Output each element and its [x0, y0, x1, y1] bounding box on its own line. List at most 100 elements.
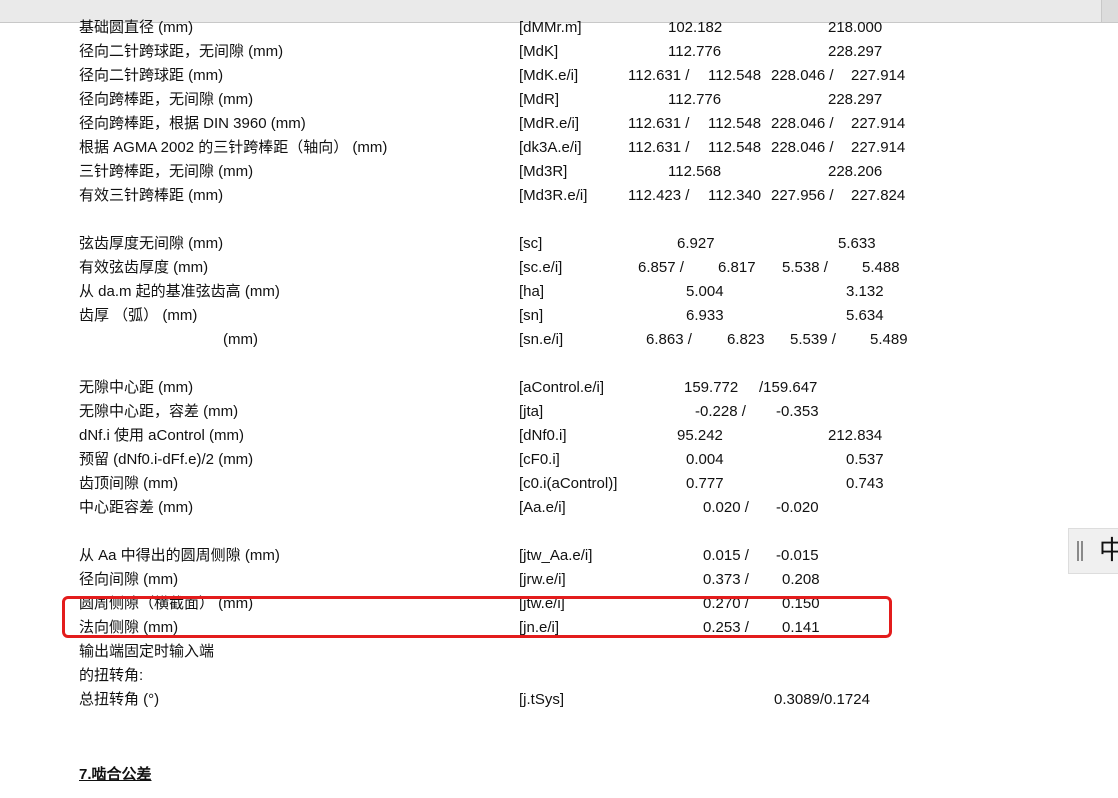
- row-label: 三针跨棒距，无间隙 (mm): [79, 163, 254, 180]
- row-value: 5.633: [838, 235, 876, 252]
- row-value: -0.228 /: [695, 403, 746, 420]
- row-value: /159.647: [759, 379, 818, 396]
- row-value: 6.933: [686, 307, 724, 324]
- row-label: 有效弦齿厚度 (mm): [79, 259, 209, 276]
- row-value: 5.634: [846, 307, 884, 324]
- row-code: [aControl.e/i]: [519, 379, 605, 396]
- row-value: -0.015: [776, 547, 819, 564]
- row-value: 228.297: [828, 43, 883, 60]
- row-value: 0.208: [782, 571, 820, 588]
- row-code: [j.tSys]: [519, 691, 565, 708]
- row-code: [Md3R.e/i]: [519, 187, 588, 204]
- row-label: dNf.i 使用 aControl (mm): [79, 427, 245, 444]
- row-label: 齿厚 （弧） (mm): [79, 307, 198, 324]
- row-code: [MdK]: [519, 43, 559, 60]
- row-label: 径向间隙 (mm): [79, 571, 179, 588]
- row-value: 6.927: [677, 235, 715, 252]
- row-value: 112.631 /: [628, 115, 690, 132]
- row-value: -0.020: [776, 499, 819, 516]
- ime-toolbar[interactable]: 中: [1068, 528, 1118, 574]
- row-value: 212.834: [828, 427, 883, 444]
- row-label: 总扭转角 (°): [79, 691, 160, 708]
- row-label: 齿顶间隙 (mm): [79, 475, 179, 492]
- row-code: [ha]: [519, 283, 545, 300]
- row-label: 径向跨棒距，无间隙 (mm): [79, 91, 254, 108]
- row-code: [Md3R]: [519, 163, 568, 180]
- row-code: [dMMr.m]: [519, 19, 582, 36]
- row-value: 0.004: [686, 451, 724, 468]
- row-value: 228.046 /: [771, 115, 834, 132]
- row-code: [MdR.e/i]: [519, 115, 580, 132]
- row-value: 0.020 /: [703, 499, 749, 516]
- row-value: 112.631 /: [628, 139, 690, 156]
- row-value: 0.777: [686, 475, 724, 492]
- row-value: 228.206: [828, 163, 883, 180]
- row-value: 112.631 /: [628, 67, 690, 84]
- row-value: 227.914: [851, 67, 906, 84]
- row-value: 95.242: [677, 427, 723, 444]
- row-value: 5.539 /: [790, 331, 836, 348]
- row-code: [dk3A.e/i]: [519, 139, 582, 156]
- row-label: (mm): [223, 331, 258, 348]
- highlight-box: [62, 596, 892, 638]
- row-label: 基础圆直径 (mm): [79, 19, 194, 36]
- row-value: 218.000: [828, 19, 883, 36]
- row-code: [cF0.i]: [519, 451, 560, 468]
- row-label: 中心距容差 (mm): [79, 499, 194, 516]
- row-value: 0.3089/0.1724: [774, 691, 870, 708]
- row-value: 102.182: [668, 19, 723, 36]
- ime-handle-icon[interactable]: [1077, 541, 1083, 561]
- row-code: [jta]: [519, 403, 544, 420]
- ime-mode-indicator[interactable]: 中: [1099, 535, 1118, 567]
- row-value: 3.132: [846, 283, 884, 300]
- row-value: 228.046 /: [771, 139, 834, 156]
- row-value: -0.353: [776, 403, 819, 420]
- row-value: 112.776: [668, 91, 722, 108]
- row-code: [MdK.e/i]: [519, 67, 579, 84]
- row-code: [MdR]: [519, 91, 560, 108]
- row-code: [dNf0.i]: [519, 427, 567, 444]
- row-value: 112.423 /: [628, 187, 690, 204]
- row-code: [Aa.e/i]: [519, 499, 566, 516]
- row-label: 弦齿厚度无间隙 (mm): [79, 235, 224, 252]
- row-value: 5.538 /: [782, 259, 828, 276]
- row-value: 227.956 /: [771, 187, 834, 204]
- row-value: 0.373 /: [703, 571, 749, 588]
- row-value: 112.340: [708, 187, 762, 204]
- row-code: [sc.e/i]: [519, 259, 563, 276]
- row-value: 228.046 /: [771, 67, 834, 84]
- row-label: 有效三针跨棒距 (mm): [79, 187, 224, 204]
- row-value: 0.743: [846, 475, 884, 492]
- row-value: 6.823: [727, 331, 765, 348]
- row-value: 5.004: [686, 283, 724, 300]
- section-heading: 7.啮合公差: [79, 766, 152, 783]
- row-code: [jtw_Aa.e/i]: [519, 547, 593, 564]
- row-label: 根据 AGMA 2002 的三针跨棒距（轴向） (mm): [79, 139, 388, 156]
- row-code: [jrw.e/i]: [519, 571, 566, 588]
- row-value: 6.863 /: [646, 331, 692, 348]
- row-value: 112.548: [708, 67, 762, 84]
- row-code: [sn]: [519, 307, 544, 324]
- row-label: 径向跨棒距，根据 DIN 3960 (mm): [79, 115, 306, 132]
- row-value: 159.772: [684, 379, 739, 396]
- row-label: 预留 (dNf0.i-dFf.e)/2 (mm): [79, 451, 254, 468]
- row-label: 的扭转角:: [79, 667, 144, 684]
- row-value: 5.488: [862, 259, 900, 276]
- row-label: 无隙中心距 (mm): [79, 379, 194, 396]
- row-value: 112.548: [708, 139, 762, 156]
- row-value: 112.568: [668, 163, 722, 180]
- row-value: 112.776: [668, 43, 722, 60]
- row-label: 输出端固定时输入端: [79, 643, 215, 660]
- report-document: 基础圆直径 (mm) [dMMr.m] 102.182 218.000 径向二针…: [0, 0, 1118, 798]
- row-label: 径向二针跨球距，无间隙 (mm): [79, 43, 284, 60]
- row-label: 从 Aa 中得出的圆周侧隙 (mm): [79, 547, 280, 564]
- row-code: [sc]: [519, 235, 543, 252]
- row-value: 227.914: [851, 115, 906, 132]
- row-code: [sn.e/i]: [519, 331, 564, 348]
- row-value: 228.297: [828, 91, 883, 108]
- row-label: 无隙中心距，容差 (mm): [79, 403, 239, 420]
- row-value: 112.548: [708, 115, 762, 132]
- row-value: 227.914: [851, 139, 906, 156]
- row-value: 6.857 /: [638, 259, 684, 276]
- row-label: 从 da.m 起的基准弦齿高 (mm): [79, 283, 280, 300]
